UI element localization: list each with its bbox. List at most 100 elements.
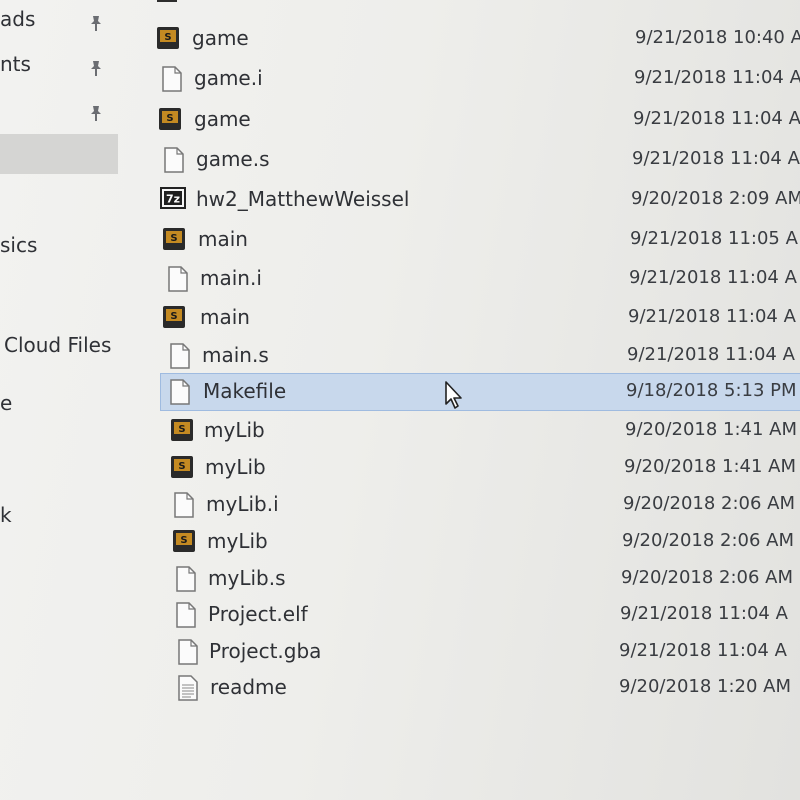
navigation-pane: ads nts sics Cloud Files e k: [0, 0, 122, 800]
file-date: 9/21/2018 11:04 A: [633, 108, 800, 129]
file-name: myLib: [205, 455, 266, 479]
asm-source-icon: S: [172, 529, 195, 553]
file-name: game.i: [194, 66, 263, 90]
asm-source-icon: S: [170, 455, 193, 479]
file-name: main: [198, 227, 248, 251]
nav-item-music[interactable]: sics: [0, 228, 118, 262]
file-row[interactable]: Project.elf 9/21/2018 11:04 A: [150, 596, 800, 632]
file-row[interactable]: S myLib 9/20/2018 1:41 AM: [150, 449, 800, 485]
file-date: 9/20/2018 1:41 AM: [624, 456, 797, 477]
svg-text:S: S: [170, 233, 177, 244]
file-list: S game 9/21/2018 10:40 A game.i 9/21/201…: [150, 0, 800, 800]
file-name: myLib.s: [208, 566, 286, 590]
file-date: 9/21/2018 11:04 A: [619, 640, 787, 661]
file-name: game.s: [196, 147, 270, 171]
file-name: Project.elf: [208, 602, 308, 626]
generic-file-icon: [170, 379, 190, 405]
file-row-selected[interactable]: Makefile 9/18/2018 5:13 PM: [150, 373, 800, 411]
file-row[interactable]: readme 9/20/2018 1:20 AM: [150, 669, 800, 705]
nav-item-label: sics: [0, 233, 38, 257]
nav-item-selected-folder[interactable]: [0, 134, 118, 174]
mouse-cursor-icon: [444, 380, 466, 410]
file-row[interactable]: S game 9/21/2018 10:40 A: [150, 20, 800, 56]
generic-file-icon: [168, 266, 188, 292]
file-row[interactable]: 7z hw2_MatthewWeissel 9/20/2018 2:09 AM: [150, 181, 800, 217]
svg-text:S: S: [180, 535, 187, 546]
svg-text:S: S: [178, 461, 185, 472]
pin-icon[interactable]: [86, 99, 106, 121]
file-name: Project.gba: [209, 639, 322, 663]
file-row[interactable]: main.i 9/21/2018 11:04 A: [150, 260, 800, 296]
file-name: hw2_MatthewWeissel: [196, 187, 410, 211]
text-document-icon: [178, 675, 198, 701]
file-name: main.s: [202, 343, 269, 367]
file-date: 9/20/2018 1:41 AM: [625, 419, 798, 440]
nav-item-downloads[interactable]: ads: [0, 2, 118, 36]
nav-item-pictures[interactable]: [0, 92, 118, 126]
svg-text:S: S: [178, 424, 185, 435]
file-row[interactable]: game.s 9/21/2018 11:04 A: [150, 141, 800, 177]
file-explorer-window: ads nts sics Cloud Files e k S game 9/21…: [0, 0, 800, 800]
file-date: 9/20/2018 2:06 AM: [623, 493, 796, 514]
nav-item-documents[interactable]: nts: [0, 47, 118, 81]
nav-item-e[interactable]: e: [0, 386, 118, 420]
nav-item-label: Cloud Files: [4, 333, 112, 357]
generic-file-icon: [176, 602, 196, 628]
7zip-archive-icon: 7z: [160, 187, 186, 211]
file-date: 9/21/2018 11:04 A: [628, 306, 796, 327]
svg-text:S: S: [170, 311, 177, 322]
generic-file-icon: [162, 66, 182, 92]
file-name: Makefile: [203, 379, 287, 403]
file-row[interactable]: myLib.s 9/20/2018 2:06 AM: [150, 560, 800, 596]
file-date: 9/21/2018 11:04 A: [629, 267, 797, 288]
file-date: 9/21/2018 11:04 A: [620, 603, 788, 624]
pin-icon[interactable]: [86, 54, 106, 76]
file-date: 9/20/2018 1:20 AM: [619, 676, 792, 697]
svg-text:S: S: [164, 32, 171, 43]
file-row[interactable]: myLib.i 9/20/2018 2:06 AM: [150, 486, 800, 522]
generic-file-icon: [174, 492, 194, 518]
file-date: 9/18/2018 5:13 PM: [626, 380, 797, 401]
file-row[interactable]: game.i 9/21/2018 11:04 A: [150, 60, 800, 96]
file-date: 9/21/2018 11:04 A: [632, 148, 800, 169]
file-date: 9/21/2018 11:04 A: [634, 67, 800, 88]
file-date: 9/20/2018 2:06 AM: [621, 567, 794, 588]
file-row[interactable]: S myLib 9/20/2018 2:06 AM: [150, 523, 800, 559]
svg-text:7z: 7z: [166, 193, 180, 206]
nav-item-label: k: [0, 503, 12, 527]
asm-source-icon: S: [170, 418, 193, 442]
nav-item-label: ads: [0, 7, 36, 31]
asm-source-icon: S: [162, 305, 185, 329]
file-name: main.i: [200, 266, 262, 290]
pin-icon[interactable]: [86, 9, 106, 31]
file-row[interactable]: S myLib 9/20/2018 1:41 AM: [150, 412, 800, 448]
file-name: game: [192, 26, 249, 50]
file-row[interactable]: Project.gba 9/21/2018 11:04 A: [150, 633, 800, 669]
file-date: 9/20/2018 2:06 AM: [622, 530, 795, 551]
file-name: main: [200, 305, 250, 329]
file-row[interactable]: S main 9/21/2018 11:04 A: [150, 299, 800, 335]
generic-file-icon: [176, 566, 196, 592]
file-name: game: [194, 107, 251, 131]
file-date: 9/21/2018 11:05 A: [630, 228, 798, 249]
file-row[interactable]: S main 9/21/2018 11:05 A: [150, 221, 800, 257]
asm-source-icon: S: [162, 227, 185, 251]
file-name: myLib: [207, 529, 268, 553]
file-name: myLib.i: [206, 492, 279, 516]
nav-item-label: nts: [0, 52, 31, 76]
nav-item-label: e: [0, 391, 13, 415]
generic-file-icon: [170, 343, 190, 369]
file-row[interactable]: S game 9/21/2018 11:04 A: [150, 101, 800, 137]
generic-file-icon: [178, 639, 198, 665]
asm-source-icon: S: [158, 107, 181, 131]
file-name: myLib: [204, 418, 265, 442]
asm-source-icon: S: [156, 26, 179, 50]
file-date: 9/20/2018 2:09 AM: [631, 188, 800, 209]
nav-item-cloud-files[interactable]: Cloud Files: [0, 328, 118, 362]
svg-text:S: S: [166, 113, 173, 124]
file-date: 9/21/2018 10:40 A: [635, 27, 800, 48]
file-name: readme: [210, 675, 287, 699]
generic-file-icon: [164, 147, 184, 173]
nav-item-network[interactable]: k: [0, 498, 118, 532]
file-row[interactable]: main.s 9/21/2018 11:04 A: [150, 337, 800, 373]
